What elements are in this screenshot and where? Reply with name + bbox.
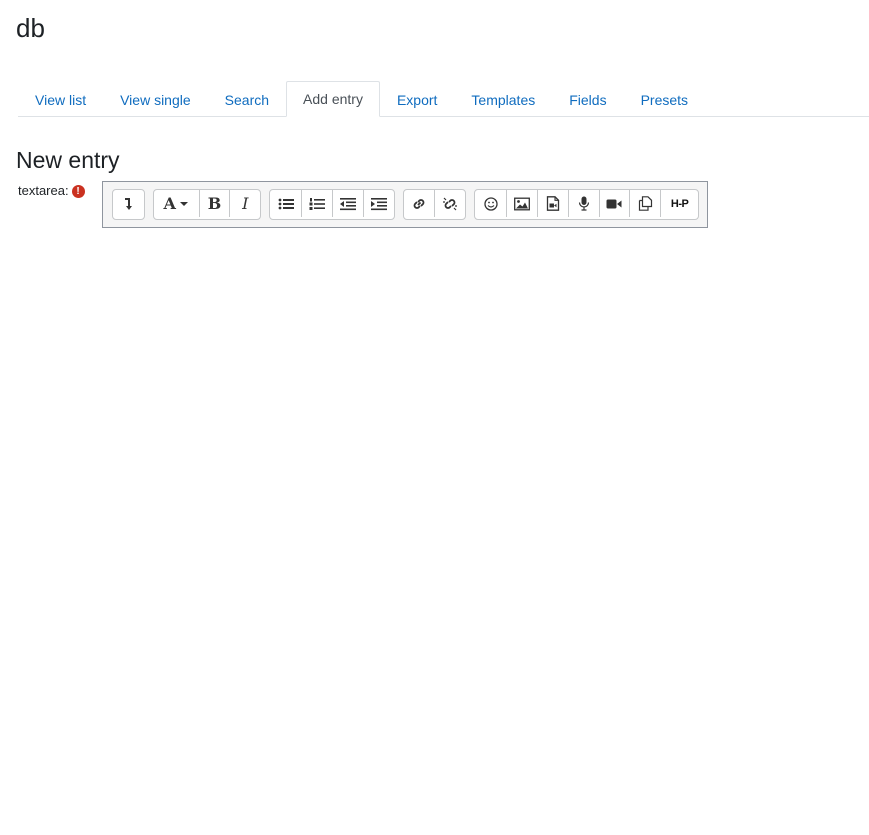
- toolbar-group-style: A B I: [152, 189, 262, 220]
- emoji-button[interactable]: [475, 190, 506, 217]
- field-label: textarea: !: [18, 183, 85, 199]
- toolbar-group-collapse: [112, 189, 145, 220]
- toolbar-group-links: [402, 189, 467, 220]
- indent-button[interactable]: [362, 190, 394, 217]
- italic-icon: I: [242, 193, 249, 213]
- image-button[interactable]: [506, 190, 537, 217]
- tab-view-single[interactable]: View single: [103, 82, 208, 117]
- h5p-icon: H-P: [670, 197, 689, 210]
- field-label-text: textarea:: [18, 183, 69, 198]
- record-audio-icon: [578, 196, 589, 211]
- outdent-button[interactable]: [331, 190, 363, 217]
- tab-view-list[interactable]: View list: [18, 82, 103, 117]
- link-button[interactable]: [404, 190, 435, 217]
- ordered-list-button[interactable]: [301, 190, 332, 217]
- page: db View list View single Search Add entr…: [0, 0, 869, 835]
- page-title: db: [16, 13, 45, 43]
- unordered-list-icon: [278, 198, 294, 209]
- link-icon: [413, 198, 425, 209]
- tab-export[interactable]: Export: [380, 82, 454, 117]
- unlink-button[interactable]: [434, 190, 465, 217]
- h5p-button[interactable]: H-P: [660, 190, 698, 217]
- font-style-icon: A: [163, 193, 176, 213]
- section-heading: New entry: [16, 147, 120, 173]
- tab-presets[interactable]: Presets: [624, 82, 705, 117]
- tab-fields[interactable]: Fields: [552, 82, 623, 117]
- manage-files-button[interactable]: [629, 190, 660, 217]
- dropdown-caret-icon: [179, 201, 188, 206]
- tab-search[interactable]: Search: [208, 82, 286, 117]
- font-style-button[interactable]: A: [154, 190, 199, 217]
- ordered-list-icon: [309, 197, 325, 210]
- emoji-icon: [483, 196, 498, 211]
- record-video-button[interactable]: [598, 190, 630, 217]
- tab-bar: View list View single Search Add entry E…: [18, 81, 869, 117]
- media-file-icon: [546, 196, 559, 211]
- unordered-list-button[interactable]: [270, 190, 301, 217]
- bold-button[interactable]: B: [198, 190, 230, 217]
- record-audio-button[interactable]: [567, 190, 599, 217]
- unlink-icon: [443, 197, 458, 210]
- manage-files-icon: [638, 196, 652, 211]
- italic-button[interactable]: I: [229, 190, 260, 217]
- collapse-icon: [125, 197, 133, 210]
- collapse-button[interactable]: [113, 190, 144, 217]
- image-icon: [514, 197, 530, 210]
- record-video-icon: [606, 199, 622, 208]
- tab-templates[interactable]: Templates: [454, 82, 552, 117]
- tab-add-entry[interactable]: Add entry: [286, 81, 380, 117]
- toolbar-group-lists: [269, 189, 395, 220]
- bold-icon: B: [207, 193, 222, 213]
- media-file-button[interactable]: [536, 190, 568, 217]
- indent-icon: [370, 197, 387, 210]
- outdent-icon: [339, 197, 356, 210]
- required-icon: !: [71, 184, 85, 198]
- font-style-glyph: A: [163, 193, 176, 213]
- toolbar-group-media: H-P: [474, 189, 700, 220]
- editor-toolbar: A B I H-P: [102, 181, 708, 228]
